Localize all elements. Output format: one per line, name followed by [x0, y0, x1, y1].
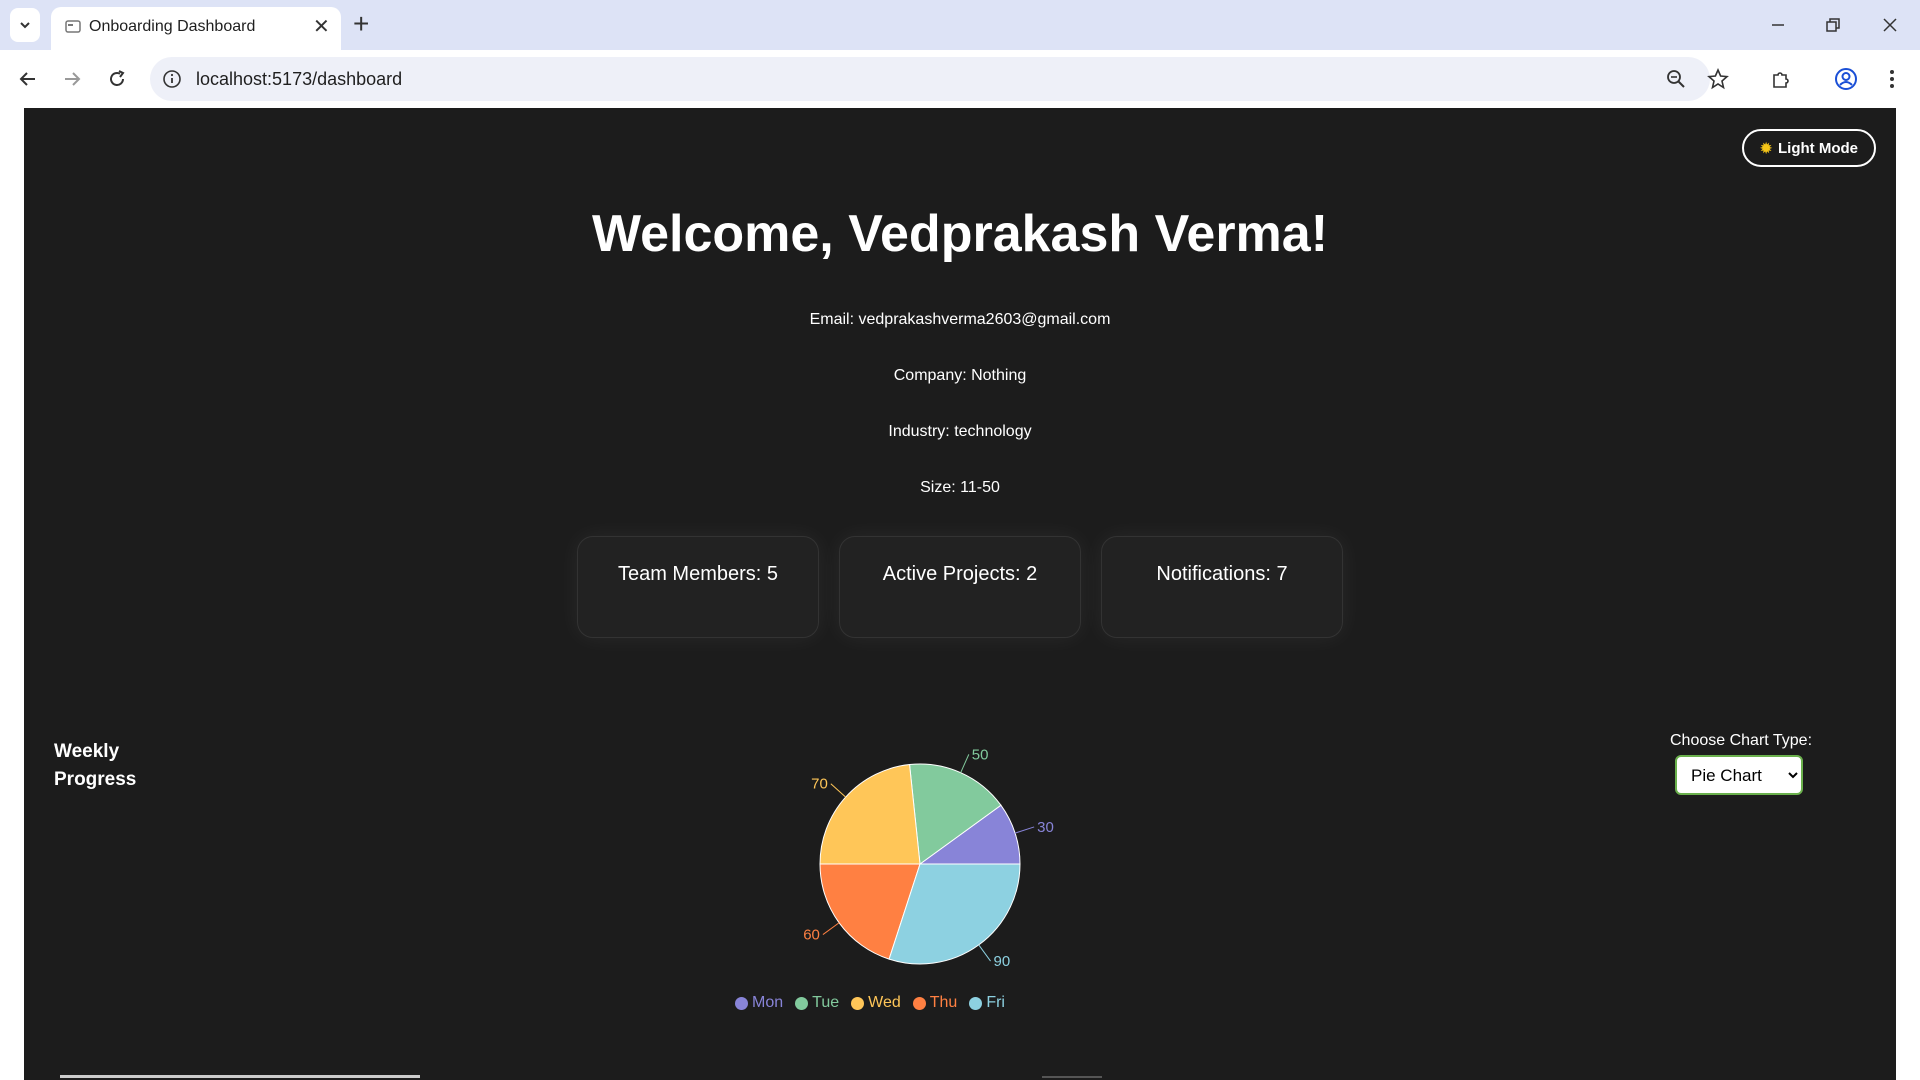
active-projects-card: Active Projects: 2 [839, 536, 1081, 638]
legend-label-wed: Wed [868, 994, 901, 1011]
arrow-right-icon [65, 72, 81, 86]
extensions-button[interactable] [1765, 63, 1797, 95]
legend-dot-wed [851, 996, 865, 1010]
pie-label-line-tue [960, 754, 970, 773]
close-window-button[interactable] [1870, 8, 1910, 42]
zoom-icon[interactable] [1665, 68, 1687, 90]
back-button[interactable] [12, 63, 44, 95]
pie-value-label-fri: 90 [994, 953, 1011, 970]
notifications-label: Notifications: 7 [1156, 563, 1288, 585]
restore-icon [1826, 18, 1840, 32]
scroll-handle [1042, 1076, 1102, 1078]
page-favicon-icon [65, 20, 81, 33]
site-info-icon[interactable] [162, 69, 182, 89]
menu-button[interactable] [1876, 63, 1908, 95]
bookmark-button[interactable] [1702, 63, 1734, 95]
pie-value-label-wed: 70 [811, 776, 828, 793]
tab-title: Onboarding Dashboard [89, 18, 256, 35]
weekly-progress-pie-chart: 30 50 70 60 90 [803, 746, 1054, 970]
tab-search-button[interactable] [10, 8, 40, 42]
legend-item-tue: Tue [795, 994, 839, 1012]
reload-button[interactable] [101, 63, 133, 95]
pie-value-label-mon: 30 [1037, 819, 1054, 836]
legend-dot-thu [912, 996, 926, 1010]
url-text: localhost:5173/dashboard [196, 69, 403, 89]
team-members-card: Team Members: 5 [577, 536, 819, 638]
legend-item-mon: Mon [735, 994, 783, 1012]
arrow-left-icon [19, 72, 35, 86]
more-vert-icon [1890, 70, 1894, 88]
legend-label-tue: Tue [812, 994, 840, 1011]
email-text: Email: vedprakashverma2603@gmail.com [809, 311, 1111, 328]
legend-dot-tue [795, 996, 809, 1010]
forward-button[interactable] [56, 63, 88, 95]
legend-item-wed: Wed [851, 994, 901, 1012]
pie-slice-wed[interactable] [819, 763, 921, 865]
viewport-margin-left [0, 108, 24, 1080]
legend-label-fri: Fri [986, 994, 1005, 1011]
legend-item-thu: Thu [912, 994, 958, 1012]
notifications-card: Notifications: 7 [1101, 536, 1343, 638]
weekly-progress-heading: Weekly Progress [54, 741, 137, 790]
legend-label-mon: Mon [752, 994, 784, 1011]
close-icon [1883, 18, 1897, 32]
viewport-margin-right [1896, 108, 1920, 1080]
pie-value-label-thu: 60 [803, 927, 820, 944]
horizontal-scroll-indicator [60, 1075, 420, 1078]
profile-button[interactable] [1830, 63, 1862, 95]
pie-label-line-wed [830, 783, 847, 798]
legend-item-fri: Fri [969, 994, 1005, 1012]
browser-tab[interactable]: Onboarding Dashboard ✕ [51, 7, 341, 50]
pie-label-line-thu [822, 922, 840, 935]
light-mode-label: Light Mode [1778, 139, 1858, 157]
chart-legend: Mon Tue Wed Thu Fri [0, 994, 1806, 1012]
pie-value-label-tue: 50 [972, 746, 989, 763]
browser-tabstrip: Onboarding Dashboard ✕ + [0, 0, 1920, 50]
chart-type-select[interactable]: Pie Chart [1675, 755, 1803, 795]
light-mode-button[interactable]: ✹ Light Mode [1742, 129, 1876, 167]
restore-button[interactable] [1813, 8, 1853, 42]
new-tab-button[interactable]: + [353, 10, 369, 38]
address-bar[interactable]: localhost:5173/dashboard [150, 57, 1710, 101]
browser-toolbar: localhost:5173/dashboard [0, 50, 1920, 108]
legend-dot-mon [735, 996, 749, 1010]
chevron-down-icon [20, 22, 30, 29]
legend-dot-fri [969, 996, 983, 1010]
stats-cards: Team Members: 5 Active Projects: 2 Notif… [577, 536, 1347, 638]
sun-icon: ✹ [1760, 139, 1773, 156]
page-title: Welcome, Vedprakash Verma! [591, 205, 1329, 263]
legend-label-thu: Thu [929, 994, 958, 1011]
tab-close-icon[interactable]: ✕ [313, 17, 330, 37]
star-icon [1707, 68, 1729, 90]
chart-type-label: Choose Chart Type: [1670, 732, 1813, 749]
puzzle-icon [1773, 72, 1789, 88]
minimize-icon [1772, 24, 1784, 26]
pie-label-line-fri [978, 944, 991, 962]
size-text: Size: 11-50 [920, 479, 1000, 496]
dashboard-page: ✹ Light Mode Welcome, Vedprakash Verma! … [24, 108, 1896, 1080]
team-members-label: Team Members: 5 [617, 563, 779, 585]
industry-text: Industry: technology [888, 423, 1032, 440]
company-text: Company: Nothing [893, 367, 1027, 384]
pie-label-line-mon [1014, 826, 1035, 834]
reload-icon [110, 70, 125, 86]
active-projects-label: Active Projects: 2 [882, 563, 1038, 585]
minimize-button[interactable] [1758, 8, 1798, 42]
account-icon [1835, 68, 1857, 90]
